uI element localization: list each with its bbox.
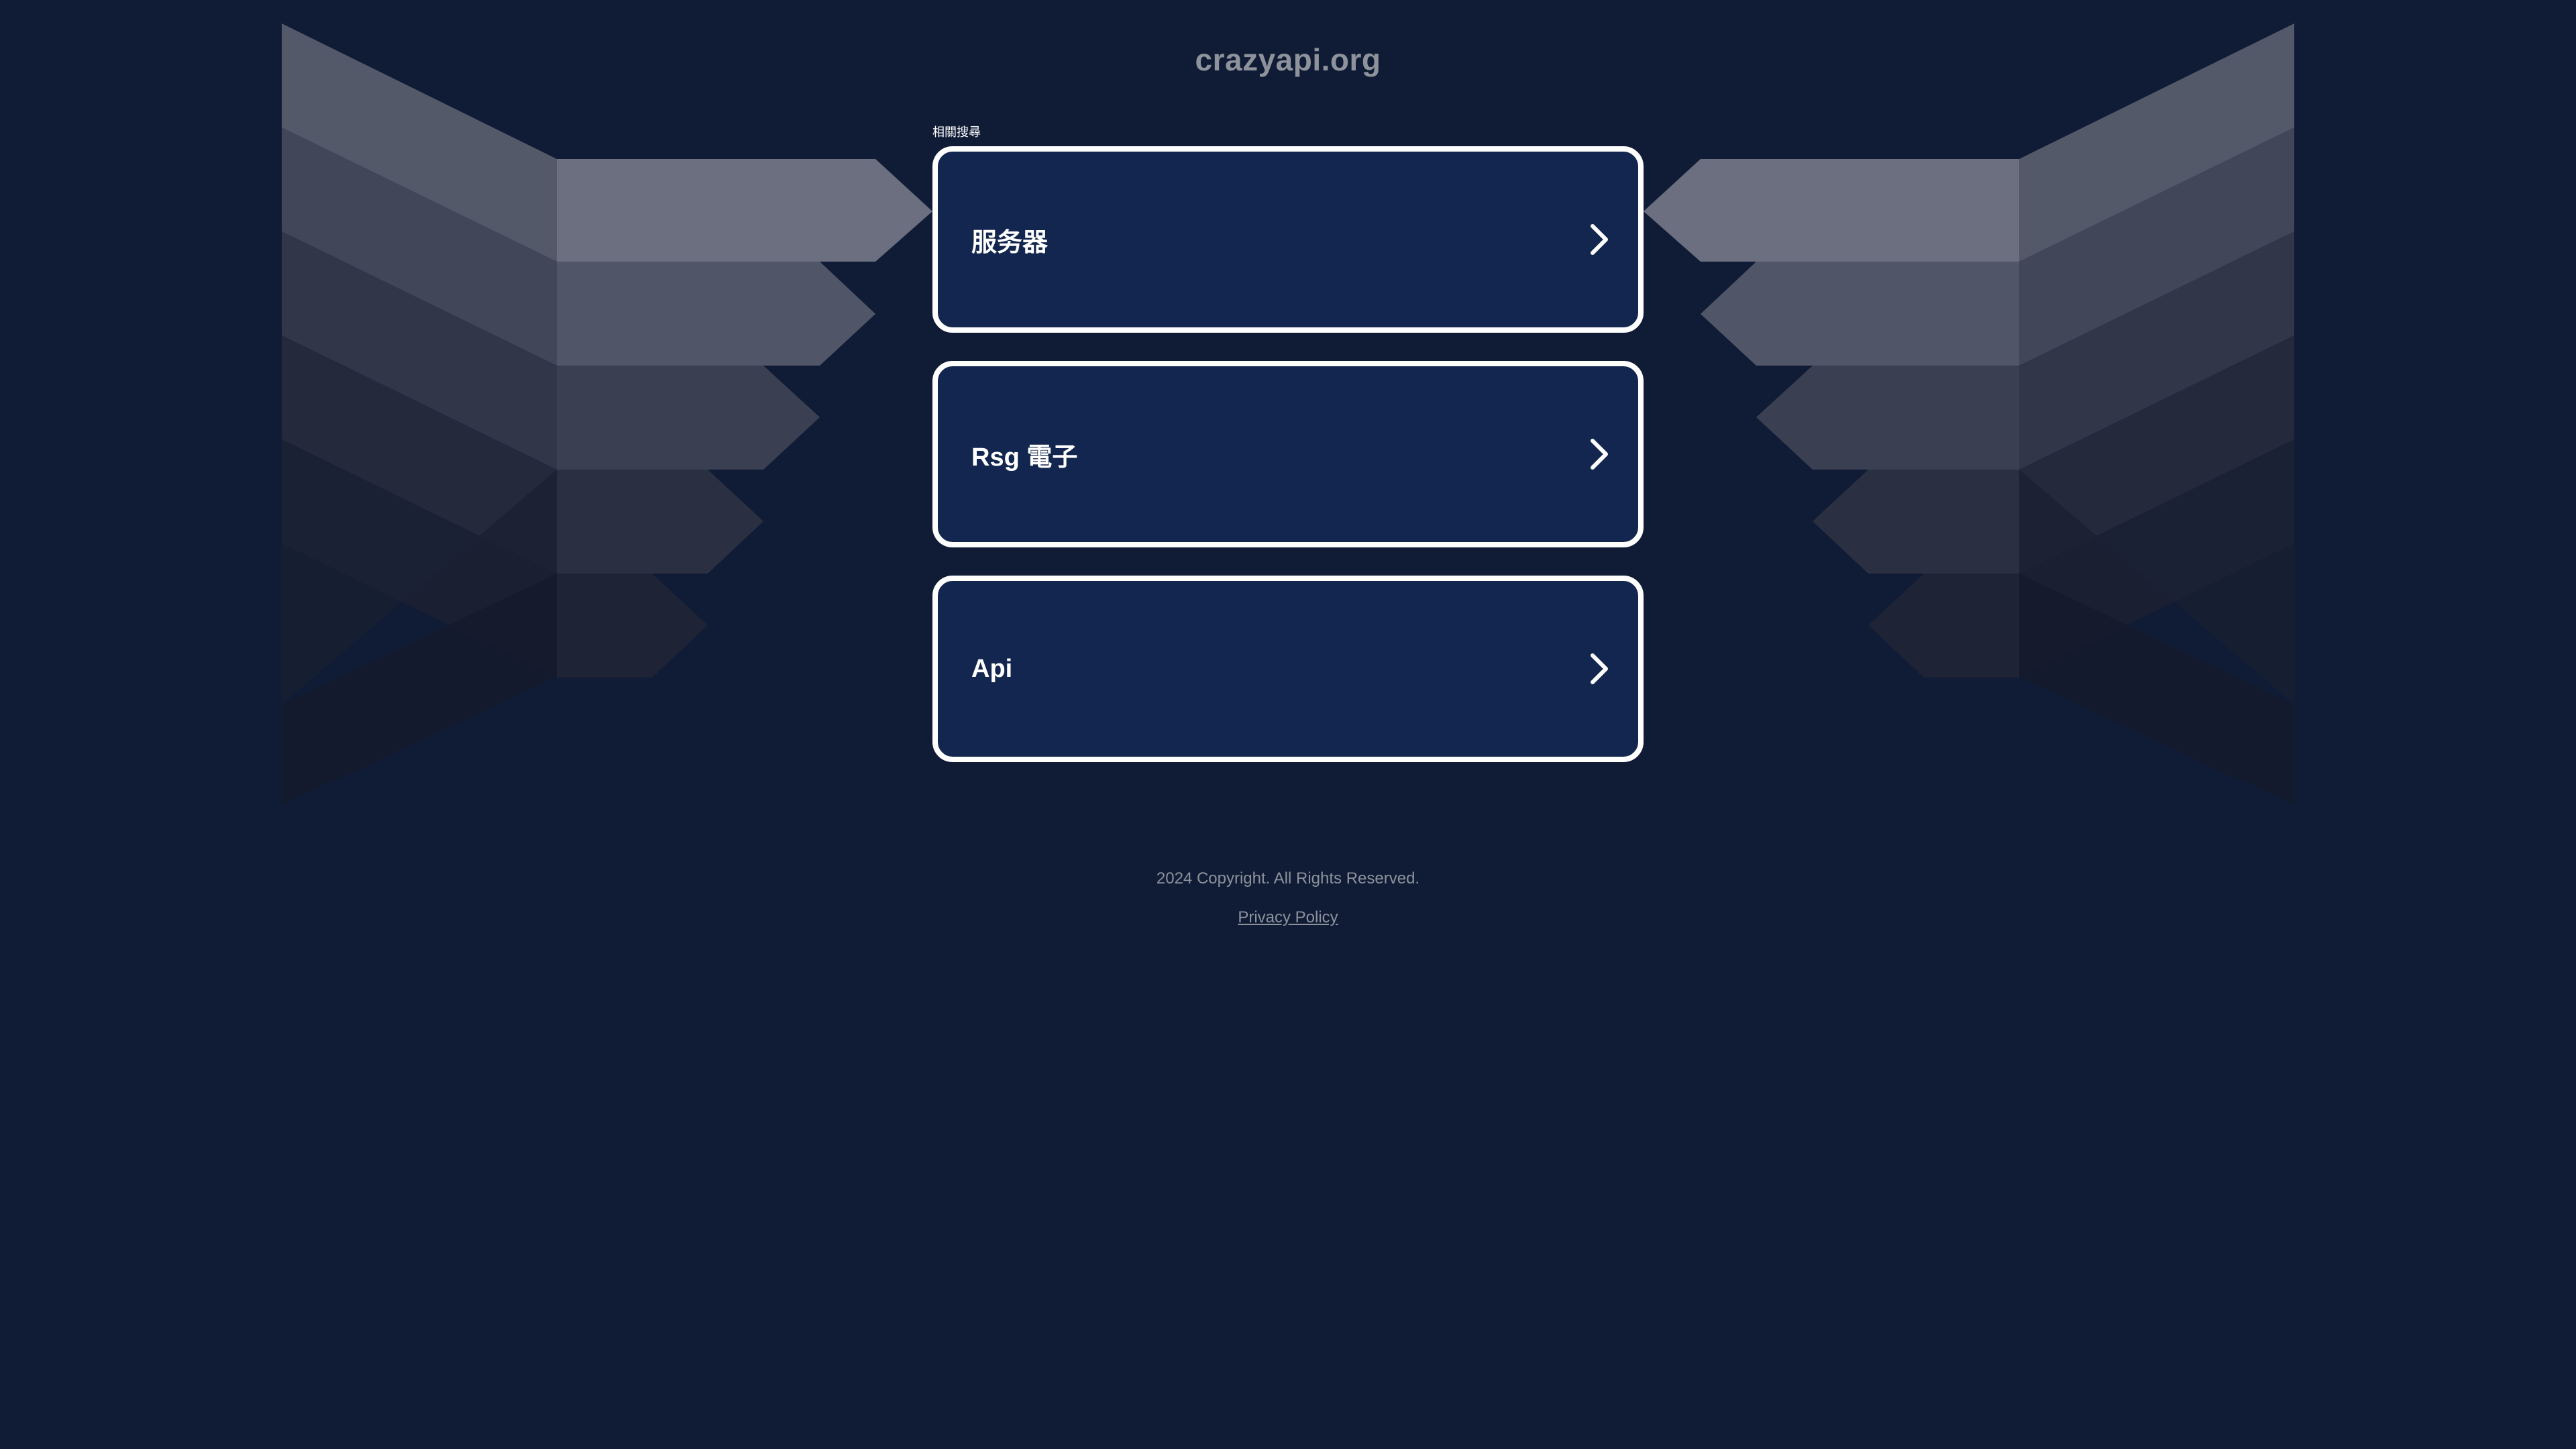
related-searches-list: 服务器 Rsg 電子 Api [932, 146, 1644, 790]
privacy-policy-link[interactable]: Privacy Policy [1238, 908, 1338, 926]
footer: 2024 Copyright. All Rights Reserved. Pri… [0, 869, 2576, 927]
parked-domain-page: crazyapi.org 相關搜尋 服务器 Rsg 電子 Api 2024 Co… [0, 0, 2576, 1449]
left-wing [282, 23, 932, 805]
related-search-label: Rsg 電子 [971, 443, 1078, 472]
related-search-label: Api [971, 654, 1013, 683]
chevron-right-icon [1591, 653, 1608, 684]
copyright-text: 2024 Copyright. All Rights Reserved. [1156, 869, 1420, 888]
chevron-right-icon [1591, 439, 1608, 470]
related-search-link[interactable]: Rsg 電子 [932, 361, 1644, 547]
related-search-link[interactable]: Api [932, 576, 1644, 762]
related-search-link[interactable]: 服务器 [932, 146, 1644, 333]
chevron-right-icon [1591, 224, 1608, 255]
domain-title: crazyapi.org [1195, 42, 1381, 77]
related-search-label: 服务器 [971, 228, 1049, 257]
right-wing [1644, 23, 2294, 805]
related-searches-heading: 相關搜尋 [932, 125, 981, 139]
